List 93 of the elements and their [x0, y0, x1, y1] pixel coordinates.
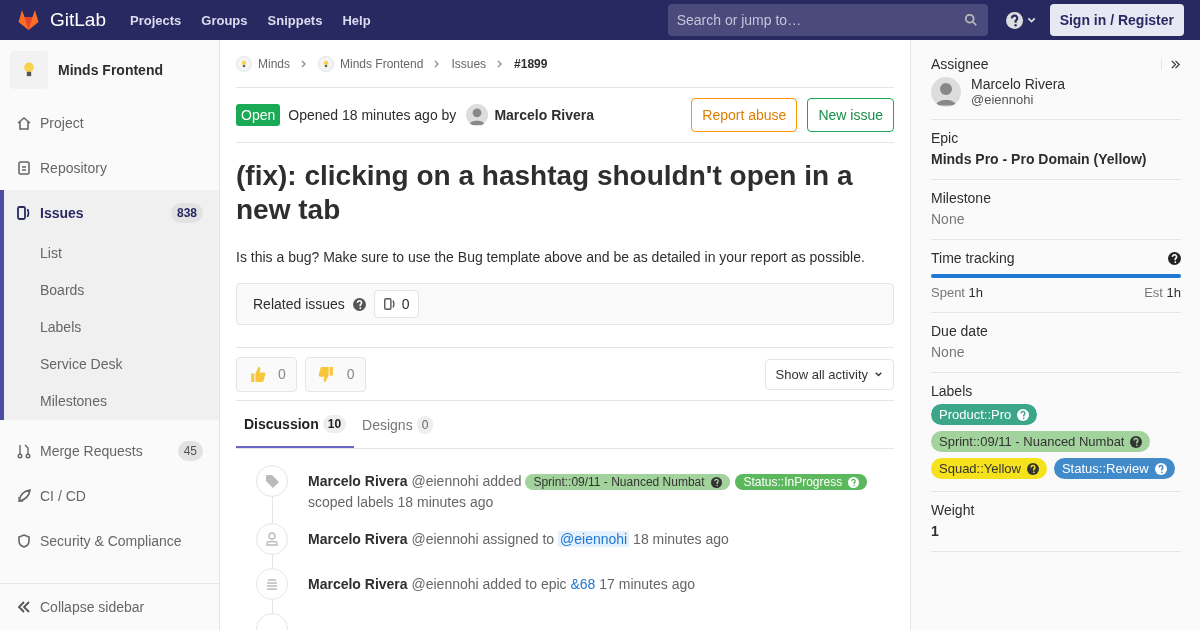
- reaction-button[interactable]: 0: [304, 356, 366, 392]
- weight-value: 1: [931, 523, 940, 539]
- home-icon: [16, 114, 32, 131]
- nav-link[interactable]: Groups: [201, 12, 248, 28]
- chevron-down-icon: [874, 369, 883, 379]
- issue-title: (fix): clicking on a hashtag shouldn't open in a new tab: [236, 159, 854, 227]
- reaction-button[interactable]: 0: [236, 356, 297, 392]
- stack-icon: [256, 568, 288, 600]
- count-badge: 838: [170, 202, 203, 223]
- activity-note: Marcelo Rivera @eiennohi added to epic &68 17 minutes ago: [308, 575, 696, 594]
- epic-link[interactable]: &68: [570, 576, 596, 592]
- nav-link[interactable]: Projects: [130, 12, 182, 28]
- scoped-label[interactable]: Sprint::09/11 - Nuanced Numbat: [931, 431, 1151, 452]
- milestone-heading: Milestone: [931, 190, 992, 206]
- thumbs-down-icon: [317, 365, 335, 383]
- breadcrumb-link[interactable]: Issues: [451, 56, 487, 71]
- project-name[interactable]: Minds Frontend: [58, 62, 163, 78]
- sidebar-subitem[interactable]: Service Desk: [4, 346, 219, 383]
- issues-icon: [16, 204, 32, 221]
- brand-name[interactable]: GitLab: [50, 9, 106, 31]
- lightbulb-icon: [22, 61, 36, 79]
- help-dropdown-icon[interactable]: [1005, 11, 1038, 29]
- help-icon: [1154, 462, 1167, 475]
- fox-logo-icon[interactable]: [16, 9, 41, 31]
- double-chevron-icon: [16, 599, 32, 615]
- due-date-value: None: [931, 344, 966, 360]
- labels-heading: Labels: [931, 383, 974, 399]
- shield-icon: [16, 532, 32, 549]
- person-icon: [256, 523, 288, 555]
- status-badge: Open: [236, 104, 281, 126]
- help-icon[interactable]: [1168, 251, 1181, 265]
- epic-value[interactable]: Minds Pro - Pro Domain (Yellow): [931, 151, 1181, 167]
- sidebar-subitem[interactable]: Labels: [4, 309, 219, 346]
- search-field[interactable]: Search or jump to…: [667, 4, 988, 36]
- sidebar-item[interactable]: Repository: [0, 145, 219, 190]
- issue-description: Is this a bug? Make sure to use the Bug template above and be as detailed in your report as possible.: [236, 249, 866, 265]
- breadcrumb-link[interactable]: Minds: [258, 56, 290, 71]
- help-icon: [1130, 435, 1143, 448]
- activity-note: Marcelo Rivera @eiennohi added Sprint::09/11 - Nuanced Numbat Status::InProgress scoped labels 18 minutes ago: [308, 471, 894, 513]
- merge-request-icon: [16, 442, 32, 459]
- sidebar-item[interactable]: Merge Requests 45: [0, 428, 219, 473]
- breadcrumb-link[interactable]: Minds Frontend: [340, 56, 424, 71]
- related-count-badge: 0: [373, 290, 419, 318]
- nav-link[interactable]: Help: [342, 12, 371, 28]
- scoped-label[interactable]: Squad::Yellow: [931, 458, 1047, 479]
- time-tracking-heading: Time tracking: [931, 250, 1015, 266]
- group-avatar: [236, 55, 252, 72]
- scoped-label[interactable]: Sprint::09/11 - Nuanced Numbat: [525, 474, 730, 490]
- count-badge: 45: [177, 440, 203, 461]
- thumbs-up-icon: [249, 365, 266, 383]
- weight-heading: Weight: [931, 502, 976, 518]
- author-link[interactable]: Marcelo Rivera: [494, 107, 594, 123]
- help-icon: [710, 476, 722, 488]
- scoped-label[interactable]: Status::Review: [1053, 458, 1175, 479]
- opened-text: Opened 18 minutes ago by: [288, 107, 457, 123]
- chevron-right-icon: [300, 59, 308, 68]
- tab[interactable]: Designs 0: [354, 401, 442, 448]
- sidebar-subitem[interactable]: List: [4, 235, 219, 272]
- spent-text: Spent 1h: [931, 285, 984, 300]
- help-icon: [848, 476, 860, 488]
- nav-link[interactable]: Snippets: [267, 12, 323, 28]
- sidebar-subitem[interactable]: Milestones: [4, 383, 219, 420]
- group-avatar: [318, 55, 334, 72]
- breadcrumb-link[interactable]: #1899: [514, 56, 548, 71]
- estimate-text: Est 1h: [1144, 285, 1181, 300]
- rocket-icon: [16, 487, 32, 504]
- user-mention-link[interactable]: @eiennohi: [558, 531, 630, 547]
- new-issue-button[interactable]: New issue: [807, 98, 894, 132]
- sidebar-item[interactable]: CI / CD: [0, 473, 219, 518]
- tag-icon: [256, 465, 288, 497]
- sidebar-subitem[interactable]: Boards: [4, 272, 219, 309]
- avatar: [466, 104, 489, 126]
- sidebar-item[interactable]: Issues 838: [4, 190, 219, 235]
- help-icon: [1017, 408, 1030, 421]
- avatar: [931, 76, 961, 107]
- due-date-heading: Due date: [931, 323, 989, 339]
- search-icon: [963, 13, 978, 27]
- tab[interactable]: Discussion 10: [236, 401, 355, 448]
- help-icon[interactable]: [352, 297, 366, 311]
- sidebar-item[interactable]: Security & Compliance: [0, 518, 219, 563]
- document-icon: [16, 159, 32, 176]
- milestone-value: None: [931, 211, 966, 227]
- epic-heading: Epic: [931, 130, 960, 146]
- assignee-name[interactable]: Marcelo Rivera: [971, 76, 1066, 92]
- help-icon: [1026, 462, 1039, 475]
- assignee-heading: Assignee: [931, 56, 989, 72]
- assignee-handle: @eiennohi: [971, 92, 1035, 107]
- activity-note: Marcelo Rivera @eiennohi assigned to @eiennohi 18 minutes ago: [308, 530, 729, 549]
- related-issues-heading: Related issues: [253, 296, 345, 312]
- sidebar-item[interactable]: Project: [0, 100, 219, 145]
- sign-in-button[interactable]: Sign in / Register: [1049, 4, 1184, 36]
- activity-filter-dropdown[interactable]: Show all activity: [764, 358, 894, 390]
- expand-sidebar-icon[interactable]: [1161, 58, 1181, 70]
